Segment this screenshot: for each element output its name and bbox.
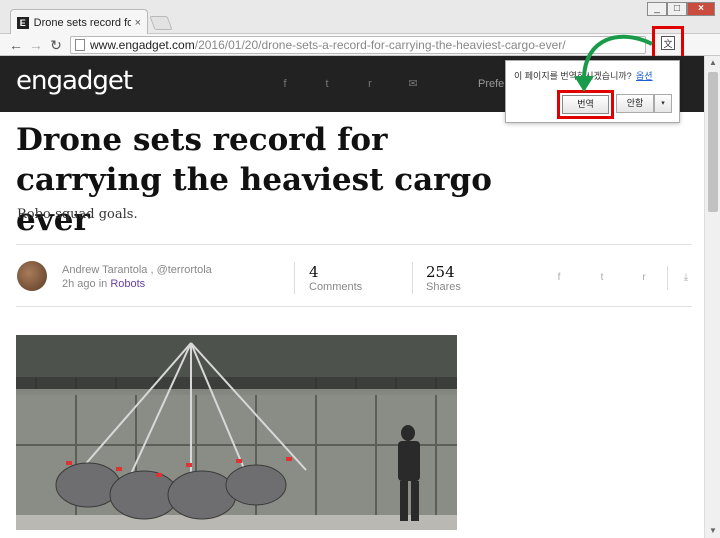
facebook-icon[interactable]: f bbox=[553, 272, 565, 283]
window-titlebar: E Drone sets record for car × _ □ × bbox=[0, 0, 720, 35]
facebook-icon[interactable]: f bbox=[278, 78, 292, 90]
article-subtitle: Robo-squad goals. bbox=[17, 207, 138, 222]
article-hero-image bbox=[16, 335, 457, 530]
reddit-icon[interactable]: r bbox=[363, 78, 377, 90]
back-arrow-icon[interactable]: ← bbox=[8, 36, 24, 54]
comments-count[interactable]: 4 bbox=[309, 263, 319, 281]
tab-close-icon[interactable]: × bbox=[135, 17, 141, 29]
comments-label[interactable]: Comments bbox=[309, 281, 362, 293]
engadget-logo[interactable]: engadget bbox=[16, 66, 133, 96]
drone-photo bbox=[16, 335, 457, 530]
new-tab-button[interactable] bbox=[149, 16, 173, 30]
translate-icon[interactable]: 文 bbox=[661, 36, 675, 50]
shares-label: Shares bbox=[426, 281, 461, 293]
translate-button-highlight[interactable]: 文 bbox=[652, 26, 684, 60]
twitter-icon[interactable]: t bbox=[320, 78, 334, 90]
reload-icon[interactable]: ↻ bbox=[48, 36, 64, 54]
translate-options-link[interactable]: 옵션 bbox=[636, 69, 653, 82]
translate-confirm-button[interactable]: 번역 bbox=[562, 95, 609, 114]
time-ago: 2h ago in bbox=[62, 278, 111, 290]
translate-dropdown-button[interactable]: ▾ bbox=[654, 94, 672, 113]
tab-title: Drone sets record for car bbox=[33, 16, 131, 29]
address-bar[interactable]: www.engadget.com /2016/01/20/drone-sets-… bbox=[70, 36, 646, 54]
window-close-button[interactable]: × bbox=[687, 2, 715, 16]
window-minimize-button[interactable]: _ bbox=[647, 2, 667, 16]
page-icon bbox=[75, 39, 85, 51]
url-path: /2016/01/20/drone-sets-a-record-for-carr… bbox=[194, 38, 566, 52]
preferences-link[interactable]: Prefe bbox=[478, 78, 504, 90]
stat-divider bbox=[667, 266, 668, 290]
translate-button-highlight: 번역 bbox=[557, 90, 614, 119]
divider bbox=[16, 244, 692, 245]
post-time: 2h ago in Robots bbox=[62, 278, 145, 290]
scroll-thumb[interactable] bbox=[708, 72, 718, 212]
shares-count: 254 bbox=[426, 263, 455, 281]
category-link[interactable]: Robots bbox=[110, 278, 145, 290]
browser-toolbar: ← → ↻ www.engadget.com /2016/01/20/drone… bbox=[0, 34, 720, 87]
stat-divider bbox=[294, 262, 295, 294]
divider bbox=[16, 306, 692, 307]
engadget-favicon-icon: E bbox=[17, 16, 29, 29]
translate-popup: 이 페이지를 번역하시겠습니까? 옵션 번역 안함 ▾ bbox=[505, 60, 680, 123]
url-host: www.engadget.com bbox=[90, 38, 195, 52]
stat-divider bbox=[412, 262, 413, 294]
email-icon[interactable]: ✉ bbox=[406, 78, 420, 90]
download-icon[interactable]: ⤓ bbox=[680, 272, 692, 283]
browser-tab[interactable]: E Drone sets record for car × bbox=[10, 9, 148, 35]
translate-decline-button[interactable]: 안함 bbox=[616, 94, 654, 113]
page-scrollbar[interactable]: ▲ ▼ bbox=[704, 56, 720, 538]
scroll-down-icon[interactable]: ▼ bbox=[705, 524, 720, 538]
scroll-up-icon[interactable]: ▲ bbox=[705, 56, 720, 70]
article-title: Drone sets record for carrying the heavi… bbox=[16, 122, 492, 238]
forward-arrow-icon[interactable]: → bbox=[28, 36, 44, 54]
window-maximize-button[interactable]: □ bbox=[667, 2, 687, 16]
author-byline[interactable]: Andrew Tarantola , @terrortola bbox=[62, 264, 212, 276]
author-avatar[interactable] bbox=[17, 261, 47, 291]
translate-question: 이 페이지를 번역하시겠습니까? bbox=[514, 71, 632, 81]
twitter-icon[interactable]: t bbox=[596, 272, 608, 283]
reddit-icon[interactable]: r bbox=[638, 272, 650, 283]
